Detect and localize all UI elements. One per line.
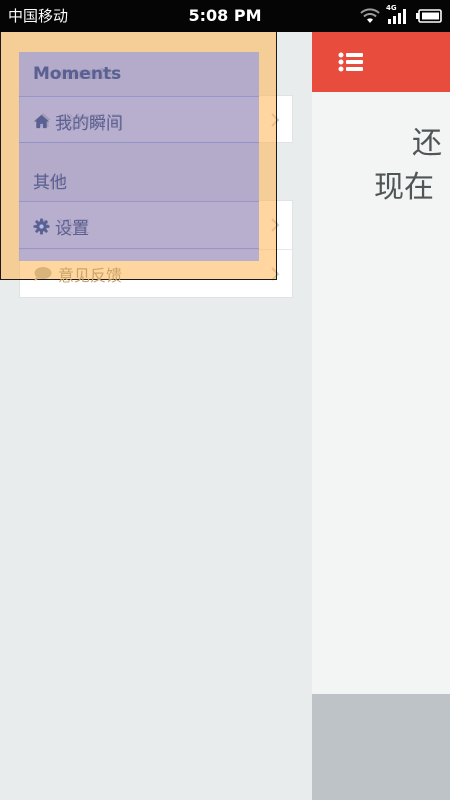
menu-item-feedback-label-row[interactable]: 意见反馈 xyxy=(33,262,122,286)
chat-bubble-icon xyxy=(34,267,52,281)
main-message-line2: 现在 xyxy=(374,170,434,205)
main-message-line1: 还 xyxy=(412,126,442,161)
main-content: 还 现在 xyxy=(312,32,450,800)
menu-item-label: 意见反馈 xyxy=(58,266,123,285)
gear-icon xyxy=(33,218,50,235)
signal-icon: 4G xyxy=(386,4,410,24)
divider xyxy=(19,201,259,202)
menu-item-label: 设置 xyxy=(55,219,89,239)
divider xyxy=(19,96,259,97)
main-header xyxy=(312,32,450,92)
divider xyxy=(19,248,259,249)
menu-item-label: 我的瞬间 xyxy=(55,114,123,134)
divider xyxy=(19,142,259,143)
home-icon xyxy=(33,114,50,129)
wifi-icon xyxy=(360,8,380,23)
status-icons: 4G xyxy=(360,4,442,25)
highlight-overlay-inner: Moments 我的瞬间 其他 设置 xyxy=(19,52,259,261)
overlay-menu-item-my-moments[interactable]: 我的瞬间 xyxy=(33,109,123,134)
battery-icon xyxy=(416,9,442,23)
overlay-section-title-other: 其他 xyxy=(33,173,67,193)
main-message: 还 现在 xyxy=(374,122,450,210)
list-menu-icon[interactable] xyxy=(338,51,364,73)
overlay-section-title-moments: Moments xyxy=(33,64,122,84)
main-footer xyxy=(312,694,450,800)
status-bar: 中国移动 5:08 PM 4G xyxy=(0,0,450,32)
overlay-menu-item-settings[interactable]: 设置 xyxy=(33,214,89,239)
